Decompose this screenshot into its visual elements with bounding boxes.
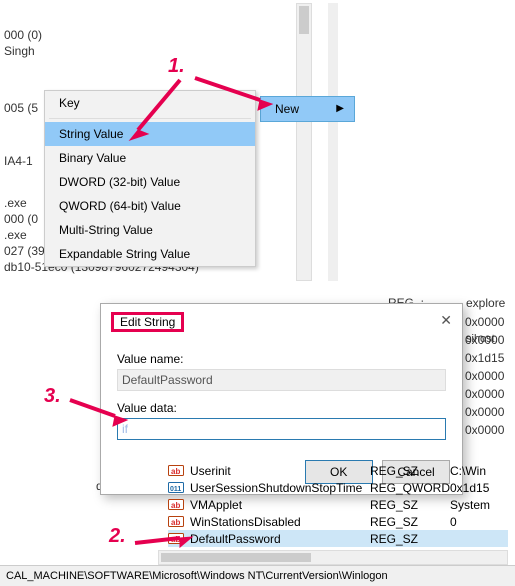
value-name-field[interactable]: [117, 369, 446, 391]
bg-text: 000 (0): [4, 28, 42, 42]
value-data: 0: [450, 515, 457, 529]
menu-item-dword-value[interactable]: DWORD (32-bit) Value: [45, 170, 255, 194]
scrollbar-vertical[interactable]: [296, 3, 312, 281]
value-type: REG_QWORD: [370, 481, 450, 495]
chevron-right-icon: ▶: [336, 103, 344, 114]
bg-data: 0x0000: [465, 423, 504, 437]
table-row[interactable]: 011 UserSessionShutdownStopTime REG_QWOR…: [168, 479, 508, 496]
string-value-icon: ab: [168, 497, 184, 512]
value-data-field[interactable]: [117, 418, 446, 440]
value-name: WinStationsDisabled: [190, 515, 370, 529]
value-type: REG_SZ: [370, 498, 450, 512]
bg-data: 0x0000: [465, 387, 504, 401]
bg-text: 005 (5: [4, 101, 38, 115]
arrow-icon: [130, 525, 200, 555]
arrow-icon: [65, 392, 135, 432]
bg-data: 0x0000: [465, 369, 504, 383]
value-name: VMApplet: [190, 498, 370, 512]
bg-data: 0x0000: [465, 405, 504, 419]
qword-value-icon: 011: [168, 480, 184, 495]
bg-text: 000 (0: [4, 212, 38, 226]
value-data: 0x1d15: [450, 481, 489, 495]
dialog-title: Edit String: [111, 312, 184, 332]
value-type: REG_SZ: [370, 532, 450, 546]
svg-text:ab: ab: [171, 467, 180, 476]
bg-data: explore: [466, 296, 505, 310]
value-data: System: [450, 498, 490, 512]
table-row[interactable]: ab WinStationsDisabled REG_SZ 0: [168, 513, 508, 530]
string-value-icon: ab: [168, 463, 184, 478]
table-row[interactable]: ab VMApplet REG_SZ System: [168, 496, 508, 513]
menu-item-qword-value[interactable]: QWORD (64-bit) Value: [45, 194, 255, 218]
bg-data: sihost.: [466, 333, 498, 345]
menu-item-multi-string-value[interactable]: Multi-String Value: [45, 218, 255, 242]
bg-text: Singh: [4, 44, 35, 58]
dialog-titlebar: Edit String ✕: [101, 304, 462, 340]
svg-text:011: 011: [170, 486, 181, 493]
value-name: Userinit: [190, 464, 370, 478]
annotation-step-3: 3.: [44, 385, 61, 408]
close-icon[interactable]: ✕: [440, 312, 452, 332]
bg-text: IA4-1: [4, 154, 33, 168]
menu-item-expandable-string-value[interactable]: Expandable String Value: [45, 242, 255, 266]
value-name-label: Value name:: [117, 352, 446, 366]
value-data: C:\Win: [450, 464, 486, 478]
status-bar: CAL_MACHINE\SOFTWARE\Microsoft\Windows N…: [0, 565, 515, 586]
value-type: REG_SZ: [370, 515, 450, 529]
divider: [328, 3, 338, 281]
bg-text: .exe: [4, 196, 27, 210]
annotation-step-2: 2.: [109, 525, 126, 548]
bg-data: 0x1d15: [465, 351, 504, 365]
value-name: UserSessionShutdownStopTime: [190, 481, 370, 495]
scrollbar-horizontal[interactable]: [158, 550, 508, 565]
svg-text:ab: ab: [171, 501, 180, 510]
table-row-selected[interactable]: ab DefaultPassword REG_SZ: [168, 530, 508, 547]
value-data-label: Value data:: [117, 401, 446, 415]
value-name: DefaultPassword: [190, 532, 370, 546]
bg-text: 027 (39): [4, 244, 49, 258]
bg-data: 0x0000: [465, 315, 504, 329]
registry-value-list: ab Userinit REG_SZ C:\Win 011 UserSessio…: [168, 462, 508, 547]
bg-text: .exe: [4, 228, 27, 242]
table-row[interactable]: ab Userinit REG_SZ C:\Win: [168, 462, 508, 479]
arrow-icon: [120, 70, 200, 150]
value-type: REG_SZ: [370, 464, 450, 478]
arrow-icon: [190, 70, 280, 120]
